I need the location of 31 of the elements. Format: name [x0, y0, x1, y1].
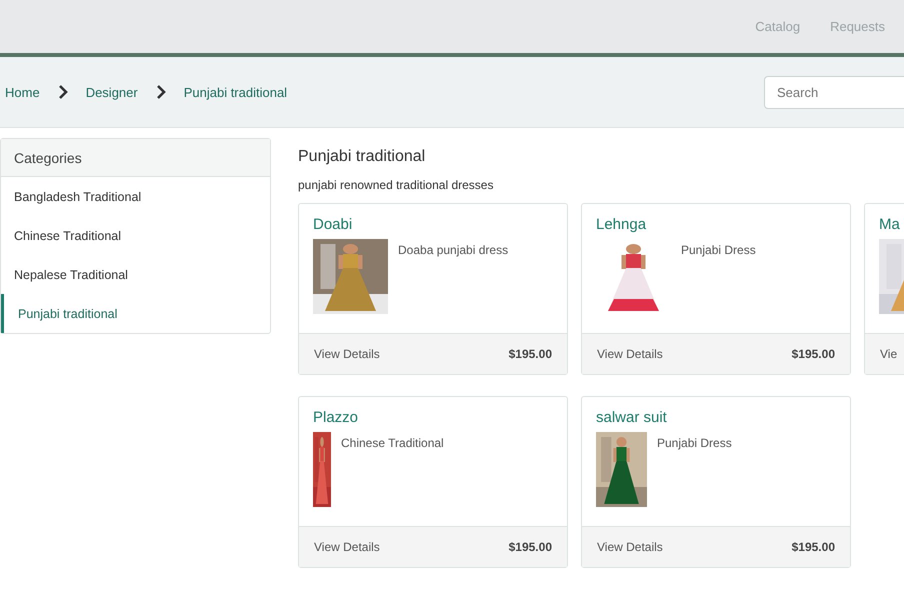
category-description: punjabi renowned traditional dresses [298, 178, 494, 192]
category-item[interactable]: Chinese Traditional [1, 216, 270, 255]
breadcrumb-link[interactable]: Designer [86, 84, 138, 100]
view-details-link[interactable]: View Details [597, 347, 663, 361]
category-item[interactable]: Nepalese Traditional [1, 255, 270, 294]
product-price: $195.00 [508, 347, 552, 361]
view-details-link[interactable]: View Details [597, 540, 663, 554]
product-name: Doabi [313, 216, 354, 233]
category-item[interactable]: Punjabi traditional [1, 294, 270, 333]
view-details-link[interactable]: View Details [314, 540, 380, 554]
product-description: Punjabi Dress [681, 243, 756, 257]
categories-heading: Categories [1, 139, 270, 177]
category-title: Punjabi traditional [298, 148, 426, 166]
product-price: $195.00 [792, 347, 835, 361]
breadcrumb-link[interactable]: Punjabi traditional [184, 84, 288, 100]
product-description: Chinese Traditional [341, 436, 444, 450]
product-description: Doaba punjabi dress [398, 243, 508, 257]
breadcrumb-link[interactable]: Home [5, 84, 40, 100]
product-name: Ma [879, 216, 901, 233]
view-details-link[interactable]: View Details [314, 347, 380, 361]
category-item[interactable]: Bangladesh Traditional [1, 177, 270, 216]
product-name: Plazzo [313, 409, 360, 426]
product-name: salwar suit [596, 409, 668, 426]
chevron-right-icon [56, 85, 69, 99]
product-price: $195.00 [792, 540, 835, 554]
product-description: Punjabi Dress [657, 436, 732, 450]
view-details-link[interactable]: Vie [880, 347, 898, 361]
search-field[interactable]: Search [764, 76, 904, 108]
chevron-right-icon [154, 85, 167, 99]
product-name: Lehnga [596, 216, 648, 233]
product-price: $195.00 [508, 540, 552, 554]
